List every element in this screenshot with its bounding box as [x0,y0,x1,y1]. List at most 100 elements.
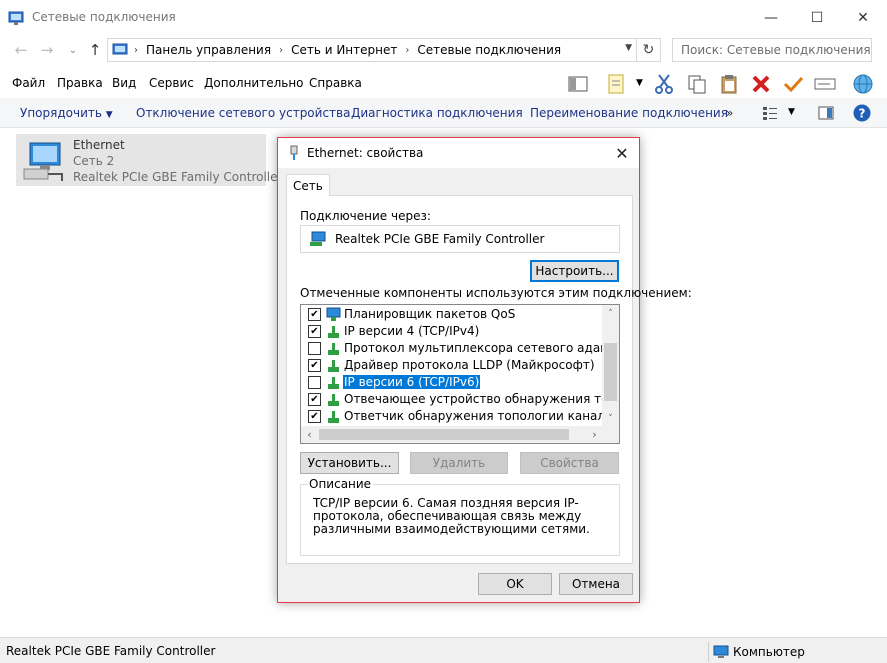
paste-icon[interactable] [718,73,740,95]
refresh-icon[interactable]: ↻ [637,38,661,62]
protocol-icon [328,411,339,423]
status-zone: Компьютер [708,642,887,662]
back-arrow-icon[interactable]: ← [10,40,32,60]
connect-using-label: Подключение через: [300,209,431,223]
scroll-up-icon[interactable]: ˄ [602,305,619,322]
breadcrumb-separator-icon: › [279,44,284,56]
globe-icon[interactable] [852,73,874,95]
menu-advanced[interactable]: Дополнительно [204,76,304,90]
component-label: IP версии 4 (TCP/IPv4) [344,324,480,338]
checkmark-icon[interactable] [782,73,804,95]
rename-connection-button[interactable]: Переименование подключения [530,106,728,120]
rename-icon[interactable] [814,73,836,95]
checkbox-checked[interactable]: ✔ [308,410,321,423]
pane-icon[interactable] [567,73,589,95]
checkbox-checked[interactable]: ✔ [308,359,321,372]
properties-button[interactable]: Свойства [520,452,619,474]
recent-chevron-icon[interactable]: ⌄ [62,40,84,60]
components-label: Отмеченные компоненты используются этим … [300,286,692,300]
ethernet-cable-icon [290,145,298,160]
up-arrow-icon[interactable]: ↑ [84,40,106,60]
maximize-button[interactable]: ☐ [794,4,840,32]
menu-tools[interactable]: Сервис [149,76,194,90]
window-title: Сетевые подключения [32,10,176,24]
connection-item-ethernet[interactable]: Ethernet Сеть 2 Realtek PCIe GBE Family … [16,134,282,186]
checkbox-unchecked[interactable] [308,342,321,355]
breadcrumb-network-internet[interactable]: Сеть и Интернет [291,43,397,57]
description-group: Описание TCP/IP версии 6. Самая поздняя … [300,477,620,556]
description-label: Описание [307,477,374,491]
properties-icon[interactable] [606,73,628,95]
component-label: Драйвер протокола LLDP (Майкрософт) [344,358,595,372]
breadcrumb-network-connections[interactable]: Сетевые подключения [417,43,561,57]
list-item[interactable]: ✔ IP версии 4 (TCP/IPv4) [301,323,603,340]
more-commands-button[interactable]: » [726,106,733,120]
close-button[interactable]: ✕ [840,4,886,32]
configure-button[interactable]: Настроить... [530,260,619,282]
description-text: TCP/IP версии 6. Самая поздняя версия IP… [313,496,590,536]
control-panel-icon [112,43,128,55]
vertical-scrollbar[interactable]: ˄ ˅ [602,305,619,427]
menu-file[interactable]: Файл [12,76,45,90]
list-item[interactable]: IP версии 6 (TCP/IPv6) [301,374,603,391]
scroll-thumb-horizontal[interactable] [319,429,569,440]
protocol-icon [328,394,339,406]
search-input[interactable]: Поиск: Сетевые подключения [672,38,872,62]
menu-view[interactable]: Вид [112,76,136,90]
list-item[interactable]: Протокол мультиплексора сетевого адаптер… [301,340,619,357]
list-item[interactable]: ✔ Планировщик пакетов QoS [301,306,603,323]
list-item[interactable]: ✔ Отвечающее устройство обнаружения топол… [301,391,619,408]
checkbox-checked[interactable]: ✔ [308,308,321,321]
checkbox-checked[interactable]: ✔ [308,393,321,406]
view-options-icon[interactable] [762,105,778,121]
list-item[interactable]: ✔ Ответчик обнаружения топологии канально… [301,408,619,425]
help-icon[interactable]: ? [853,104,871,122]
install-button[interactable]: Установить... [300,452,399,474]
menu-help[interactable]: Справка [309,76,362,90]
address-bar[interactable]: › Панель управления › Сеть и Интернет › … [107,38,637,62]
horizontal-scrollbar[interactable]: ‹ › [301,426,619,443]
ok-button[interactable]: OK [478,573,552,595]
properties-dialog: Ethernet: свойства ✕ Сеть Подключение че… [277,137,692,603]
components-list[interactable]: ✔ Планировщик пакетов QoS ✔ IP версии 4 (TC… [300,304,620,444]
organize-button[interactable]: Упорядочить ▼ [20,106,113,120]
menu-edit[interactable]: Правка [57,76,103,90]
connection-adapter: Realtek PCIe GBE Family Controller [73,170,283,184]
adapter-field: Realtek PCIe GBE Family Controller [300,225,620,253]
diagnose-button[interactable]: Диагностика подключения [351,106,523,120]
component-label: IP версии 6 (TCP/IPv6) [343,375,481,389]
list-item[interactable]: ✔ Драйвер протокола LLDP (Майкрософт) [301,357,603,374]
preview-pane-icon[interactable] [818,105,834,121]
tab-network[interactable]: Сеть [286,174,330,196]
minimize-button[interactable]: — [748,4,794,32]
adapter-name: Realtek PCIe GBE Family Controller [335,232,545,246]
menu-bar: Файл Правка Вид Сервис Дополнительно Спр… [0,68,887,98]
qos-icon [326,307,341,321]
view-dropdown-icon[interactable]: ▼ [788,107,795,117]
window-titlebar: Сетевые подключения — ☐ ✕ [0,0,887,36]
breadcrumb-control-panel[interactable]: Панель управления [146,43,271,57]
scroll-right-icon[interactable]: › [586,426,603,443]
cut-icon[interactable] [653,73,675,95]
properties-dropdown-icon[interactable]: ▼ [636,78,643,88]
network-adapter-icon [23,142,63,181]
copy-icon[interactable] [686,73,708,95]
checkbox-checked[interactable]: ✔ [308,325,321,338]
uninstall-button[interactable]: Удалить [410,452,508,474]
protocol-icon [328,360,339,372]
tab-panel-network: Подключение через: Realtek PCIe GBE Fami… [286,195,692,564]
delete-icon[interactable] [750,73,772,95]
protocol-icon [328,377,339,389]
forward-arrow-icon[interactable]: → [36,40,58,60]
disable-device-button[interactable]: Отключение сетевого устройства [136,106,350,120]
scroll-thumb[interactable] [604,343,617,401]
component-label: Протокол мультиплексора сетевого адаптер… [344,341,619,355]
dialog-close-icon[interactable]: ✕ [611,142,633,164]
address-dropdown-icon[interactable]: ▼ [625,43,632,53]
breadcrumb-separator-icon: › [405,44,410,56]
checkbox-unchecked[interactable] [308,376,321,389]
scroll-left-icon[interactable]: ‹ [301,426,318,443]
scroll-down-icon[interactable]: ˅ [602,410,619,427]
cancel-button[interactable]: Отмена [559,573,633,595]
component-label: Ответчик обнаружения топологии канальног… [344,409,619,423]
